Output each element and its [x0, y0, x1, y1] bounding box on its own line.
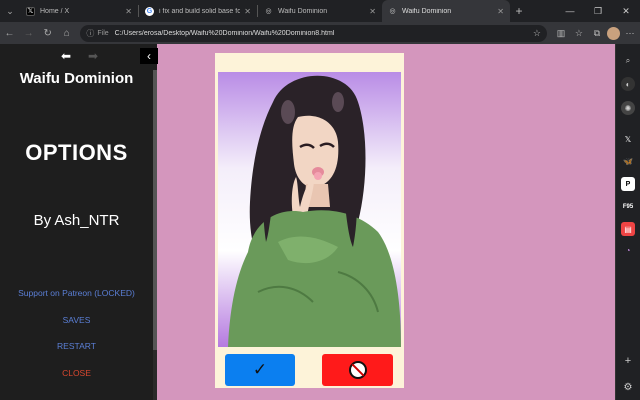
- globe-icon: ◎: [265, 8, 272, 15]
- game-sidebar: ⬅ ➡ ‹ Waifu Dominion OPTIONS By Ash_NTR …: [0, 44, 158, 400]
- tab-search-icon[interactable]: ⌄: [0, 0, 20, 22]
- bookmark-star-icon[interactable]: ☆: [533, 28, 541, 39]
- forward-icon[interactable]: →: [19, 22, 38, 44]
- game-page: ⬅ ➡ ‹ Waifu Dominion OPTIONS By Ash_NTR …: [0, 44, 615, 400]
- tab-google[interactable]: G i fix and build solid base for a g ✕: [139, 0, 257, 22]
- tab-waifu-dominion-2[interactable]: ◎ Waifu Dominion ✕: [382, 0, 510, 22]
- file-icon: ⓘ: [86, 28, 95, 38]
- tab-waifu-dominion-1[interactable]: ◎ Waifu Dominion ✕: [258, 0, 382, 22]
- collapse-sidebar-icon[interactable]: ‹: [140, 48, 158, 64]
- options-heading: OPTIONS: [25, 140, 128, 165]
- copilot-icon[interactable]: ◐: [621, 77, 635, 91]
- character-card: ✓: [215, 53, 404, 388]
- prohibited-icon: [348, 361, 367, 379]
- close-tab-icon[interactable]: ✕: [125, 7, 132, 16]
- close-link[interactable]: CLOSE: [0, 368, 153, 378]
- patreon-link[interactable]: Support on Patreon (LOCKED): [0, 288, 153, 298]
- author-credit: By Ash_NTR: [33, 212, 120, 229]
- globe-icon: ◎: [389, 8, 396, 15]
- add-icon[interactable]: +: [621, 354, 635, 368]
- discord-icon[interactable]: ◔: [621, 243, 635, 257]
- patreon-icon[interactable]: P: [621, 177, 635, 191]
- history-back-icon[interactable]: ⬅: [57, 48, 75, 64]
- x-logo-icon[interactable]: 𝕏: [621, 132, 635, 146]
- settings-gear-icon[interactable]: ⚙: [621, 380, 635, 394]
- f95-icon[interactable]: F95: [621, 200, 635, 214]
- profile-avatar[interactable]: [606, 26, 620, 40]
- app-icon[interactable]: ▤: [621, 222, 635, 236]
- bluesky-icon[interactable]: 🦋: [621, 154, 635, 168]
- tab-home-x[interactable]: 𝕏 Home / X ✕: [20, 0, 138, 22]
- game-title: Waifu Dominion: [19, 70, 134, 87]
- x-logo-icon: 𝕏: [26, 6, 35, 16]
- saves-link[interactable]: SAVES: [0, 315, 153, 325]
- checkmark-icon: ✓: [252, 360, 268, 379]
- restart-link[interactable]: RESTART: [0, 341, 153, 351]
- sidebar-scroll-thumb[interactable]: [153, 70, 157, 350]
- character-portrait: [218, 72, 401, 347]
- favorites-icon[interactable]: ☆: [571, 25, 587, 41]
- address-bar[interactable]: ⓘ File C:/Users/erosa/Desktop/Waifu%20Do…: [80, 24, 547, 42]
- close-window-icon[interactable]: ✕: [612, 0, 640, 22]
- search-icon[interactable]: ⌕: [621, 54, 635, 68]
- url-text[interactable]: C:/Users/erosa/Desktop/Waifu%20Dominion/…: [115, 30, 533, 37]
- more-menu-icon[interactable]: ⋯: [622, 25, 638, 41]
- history-forward-icon[interactable]: ➡: [84, 48, 102, 64]
- back-icon[interactable]: ←: [0, 22, 19, 44]
- home-icon[interactable]: ⌂: [57, 22, 76, 44]
- split-view-icon[interactable]: ▥: [553, 25, 569, 41]
- restore-icon[interactable]: ❐: [584, 0, 612, 22]
- browser-side-panel: ⌕ ◐ ✺ 𝕏 🦋 P F95 ▤ ◔ + ⚙: [615, 44, 640, 400]
- reload-icon[interactable]: ↻: [38, 22, 57, 44]
- chatgpt-icon[interactable]: ✺: [621, 101, 635, 115]
- browser-tab-bar: ⌄ 𝕏 Home / X ✕ G i fix and build solid b…: [0, 0, 640, 22]
- google-icon: G: [145, 6, 154, 16]
- collections-icon[interactable]: ⧉: [589, 25, 605, 41]
- browser-toolbar: ← → ↻ ⌂ ⓘ File C:/Users/erosa/Desktop/Wa…: [0, 22, 640, 44]
- close-tab-icon[interactable]: ✕: [369, 7, 376, 16]
- reject-button[interactable]: [322, 354, 393, 386]
- minimize-icon[interactable]: —: [556, 0, 584, 22]
- new-tab-button[interactable]: +: [510, 4, 528, 18]
- close-tab-icon[interactable]: ✕: [244, 7, 251, 16]
- window-controls: — ❐ ✕: [556, 0, 640, 22]
- close-tab-icon[interactable]: ✕: [497, 7, 504, 16]
- accept-button[interactable]: ✓: [225, 354, 295, 386]
